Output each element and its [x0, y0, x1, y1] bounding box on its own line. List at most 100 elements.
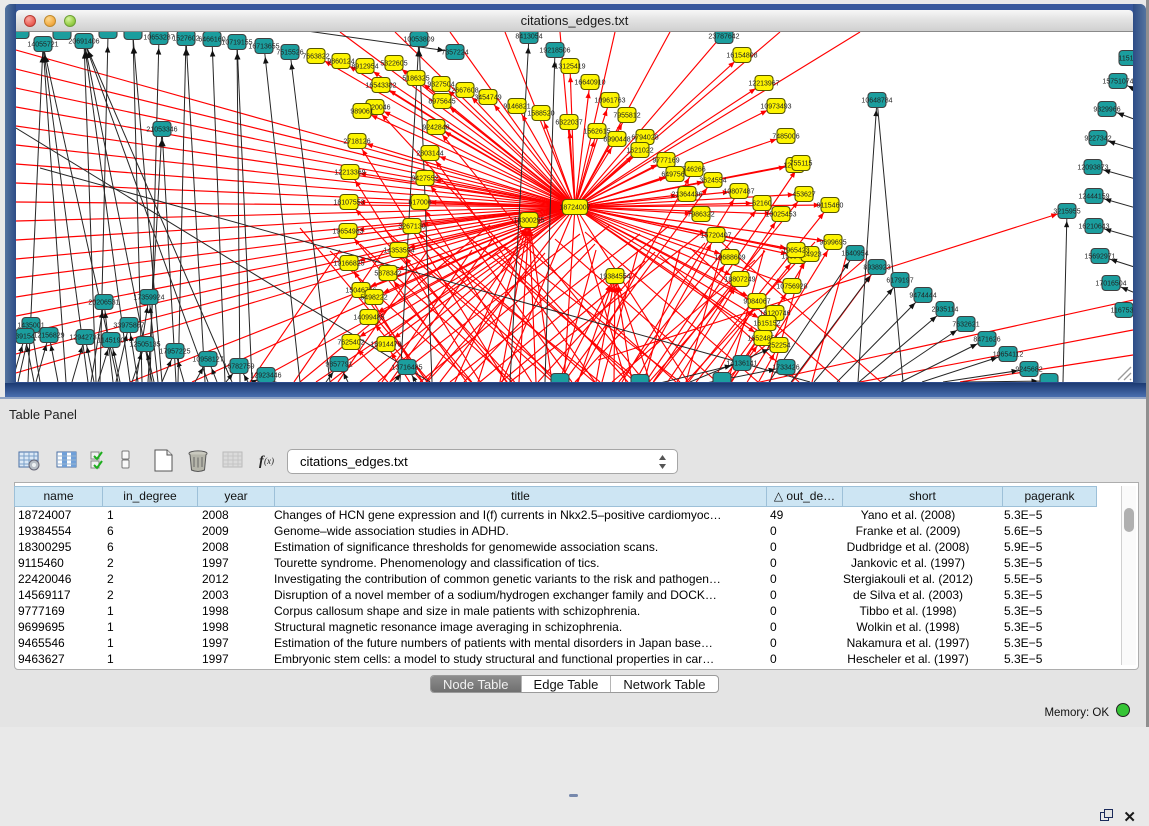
svg-text:10654112: 10654112: [993, 352, 1024, 359]
svg-text:23787642: 23787642: [708, 34, 739, 41]
svg-text:1167531: 1167531: [1111, 308, 1133, 315]
svg-text:14055721: 14055721: [27, 42, 58, 49]
svg-text:17016504: 17016504: [1095, 281, 1126, 288]
svg-text:5186325: 5186325: [402, 76, 429, 83]
svg-text:1527602: 1527602: [172, 36, 199, 43]
svg-text:2803144: 2803144: [416, 151, 443, 158]
svg-text:7955812: 7955812: [613, 113, 640, 120]
svg-text:453627: 453627: [792, 192, 815, 199]
svg-text:5878342: 5878342: [374, 271, 401, 278]
svg-text:7515526: 7515526: [276, 50, 303, 57]
svg-text:12942737: 12942737: [69, 335, 100, 342]
svg-text:617006: 617006: [408, 200, 431, 207]
svg-text:9242848: 9242848: [422, 125, 449, 132]
svg-text:8990448: 8990448: [603, 137, 630, 144]
svg-text:18724007: 18724007: [559, 205, 590, 212]
svg-text:18300295: 18300295: [513, 218, 544, 225]
svg-text:15720407: 15720407: [700, 233, 731, 240]
svg-text:12444159: 12444159: [1078, 194, 1109, 201]
svg-text:16782759: 16782759: [223, 364, 254, 371]
svg-text:1621022: 1621022: [626, 148, 653, 155]
svg-text:1615152: 1615152: [753, 321, 780, 328]
svg-text:252254: 252254: [767, 343, 790, 350]
svg-text:10756928: 10756928: [776, 284, 807, 291]
svg-text:3215955: 3215955: [1053, 209, 1080, 216]
svg-text:12156829: 12156829: [33, 333, 64, 340]
svg-text:13716485: 13716485: [391, 365, 422, 372]
svg-text:11517: 11517: [1119, 56, 1133, 63]
svg-text:13125419: 13125419: [554, 64, 585, 71]
svg-text:14099485: 14099485: [353, 315, 384, 322]
svg-text:19218506: 19218506: [539, 48, 570, 55]
svg-text:16543382: 16543382: [365, 83, 396, 90]
svg-text:1965423: 1965423: [782, 248, 809, 255]
svg-text:9146821: 9146821: [503, 104, 530, 111]
svg-text:(x): (x): [264, 456, 274, 466]
svg-text:10053809: 10053809: [403, 37, 434, 44]
svg-text:6179197: 6179197: [886, 278, 913, 285]
svg-text:12213369: 12213369: [334, 170, 365, 177]
svg-text:9474444: 9474444: [909, 293, 936, 300]
svg-text:7663822: 7663822: [302, 54, 329, 61]
svg-text:10961763: 10961763: [594, 98, 625, 105]
svg-text:7625402: 7625402: [337, 340, 364, 347]
svg-text:7986322: 7986322: [687, 212, 714, 219]
svg-text:2718126: 2718126: [343, 139, 370, 146]
svg-text:755115: 755115: [790, 161, 813, 168]
svg-text:10648784: 10648784: [861, 98, 892, 105]
svg-text:2667608: 2667608: [451, 88, 478, 95]
svg-text:2935114: 2935114: [932, 307, 959, 314]
svg-text:10807487: 10807487: [723, 189, 754, 196]
svg-text:17957225: 17957225: [159, 349, 190, 356]
svg-text:15751074: 15751074: [1102, 79, 1133, 86]
svg-text:14353594: 14353594: [383, 248, 414, 255]
svg-text:18807249: 18807249: [724, 277, 755, 284]
svg-text:9699695: 9699695: [819, 240, 846, 247]
svg-text:16713655: 16713655: [248, 44, 279, 51]
svg-text:10025453: 10025453: [765, 212, 796, 219]
svg-text:12213967: 12213967: [748, 81, 779, 88]
svg-text:16154808: 16154808: [726, 53, 757, 60]
svg-text:17359924: 17359924: [133, 295, 164, 302]
svg-text:9329966: 9329966: [1093, 107, 1120, 114]
svg-text:989061: 989061: [350, 109, 373, 116]
svg-text:746266: 746266: [682, 167, 705, 174]
svg-text:20206531: 20206531: [88, 300, 119, 307]
svg-text:10688609: 10688609: [714, 255, 745, 262]
svg-text:33975867: 33975867: [113, 323, 144, 330]
svg-text:9115460: 9115460: [817, 203, 844, 210]
svg-text:19654983: 19654983: [332, 229, 363, 236]
svg-text:9227342: 9227342: [1084, 136, 1111, 143]
svg-text:7357224: 7357224: [441, 50, 468, 57]
svg-text:16914479: 16914479: [370, 342, 401, 349]
svg-text:16210643: 16210643: [1078, 224, 1109, 231]
svg-text:16640910: 16640910: [574, 80, 605, 87]
svg-text:5498222: 5498222: [360, 295, 387, 302]
svg-text:20691406: 20691406: [68, 39, 99, 46]
svg-text:12505135: 12505135: [129, 342, 160, 349]
svg-text:10958127: 10958127: [192, 357, 223, 364]
svg-text:8975645: 8975645: [428, 99, 455, 106]
svg-text:39154: 39154: [16, 334, 35, 341]
svg-text:18107553: 18107553: [333, 200, 364, 207]
svg-text:12093873: 12093873: [1077, 165, 1108, 172]
svg-text:1640954: 1640954: [841, 251, 868, 258]
svg-text:9777169: 9777169: [652, 158, 679, 165]
svg-text:19166825: 19166825: [333, 261, 364, 268]
svg-text:21053346: 21053346: [146, 127, 177, 134]
svg-text:3267130: 3267130: [398, 224, 425, 231]
svg-text:8912954: 8912954: [351, 64, 378, 71]
svg-text:6322037: 6322037: [555, 120, 582, 127]
svg-text:15692971: 15692971: [1084, 254, 1115, 261]
svg-text:9427552: 9427552: [411, 176, 438, 183]
svg-text:1562615: 1562615: [583, 129, 610, 136]
svg-text:1145190: 1145190: [98, 338, 125, 345]
svg-text:7485006: 7485006: [772, 134, 799, 141]
svg-text:8471626: 8471626: [973, 337, 1000, 344]
svg-text:14136141: 14136141: [726, 361, 757, 368]
svg-text:19384554: 19384554: [599, 274, 630, 281]
svg-text:6794028: 6794028: [631, 135, 658, 142]
svg-text:62160: 62160: [752, 201, 772, 208]
svg-text:12923446: 12923446: [250, 373, 281, 380]
svg-text:9245682: 9245682: [1015, 367, 1042, 374]
